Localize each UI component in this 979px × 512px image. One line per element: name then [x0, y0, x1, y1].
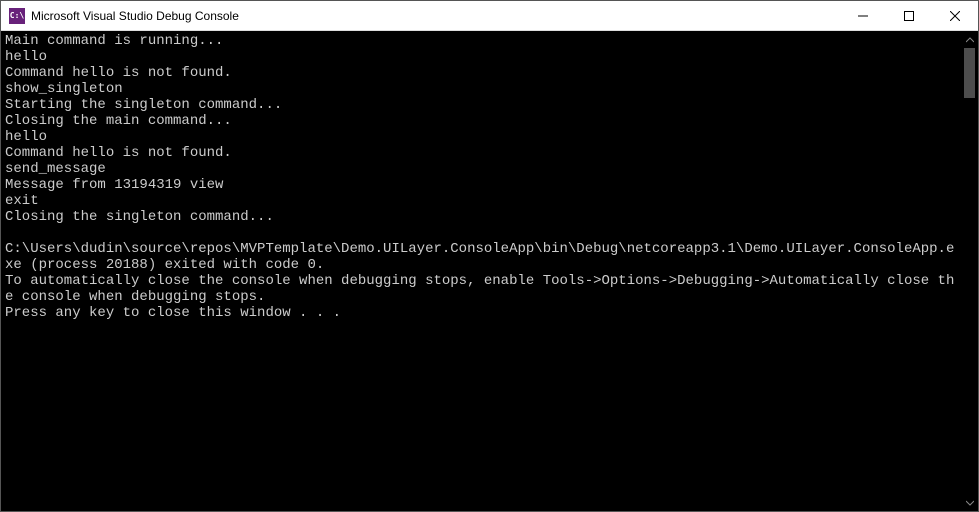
vertical-scrollbar[interactable]	[961, 31, 978, 511]
scroll-down-arrow-icon[interactable]	[961, 494, 978, 511]
minimize-button[interactable]	[840, 1, 886, 30]
window-controls	[840, 1, 978, 30]
console-output[interactable]: Main command is running... hello Command…	[1, 31, 961, 511]
console-wrapper: Main command is running... hello Command…	[1, 31, 978, 511]
scroll-up-arrow-icon[interactable]	[961, 31, 978, 48]
close-icon	[950, 11, 960, 21]
maximize-icon	[904, 11, 914, 21]
app-icon-text: C:\	[10, 11, 24, 20]
maximize-button[interactable]	[886, 1, 932, 30]
minimize-icon	[858, 11, 868, 21]
scrollbar-thumb[interactable]	[964, 48, 975, 98]
window-title: Microsoft Visual Studio Debug Console	[31, 9, 840, 23]
close-button[interactable]	[932, 1, 978, 30]
window-titlebar: C:\ Microsoft Visual Studio Debug Consol…	[1, 1, 978, 31]
app-icon: C:\	[9, 8, 25, 24]
